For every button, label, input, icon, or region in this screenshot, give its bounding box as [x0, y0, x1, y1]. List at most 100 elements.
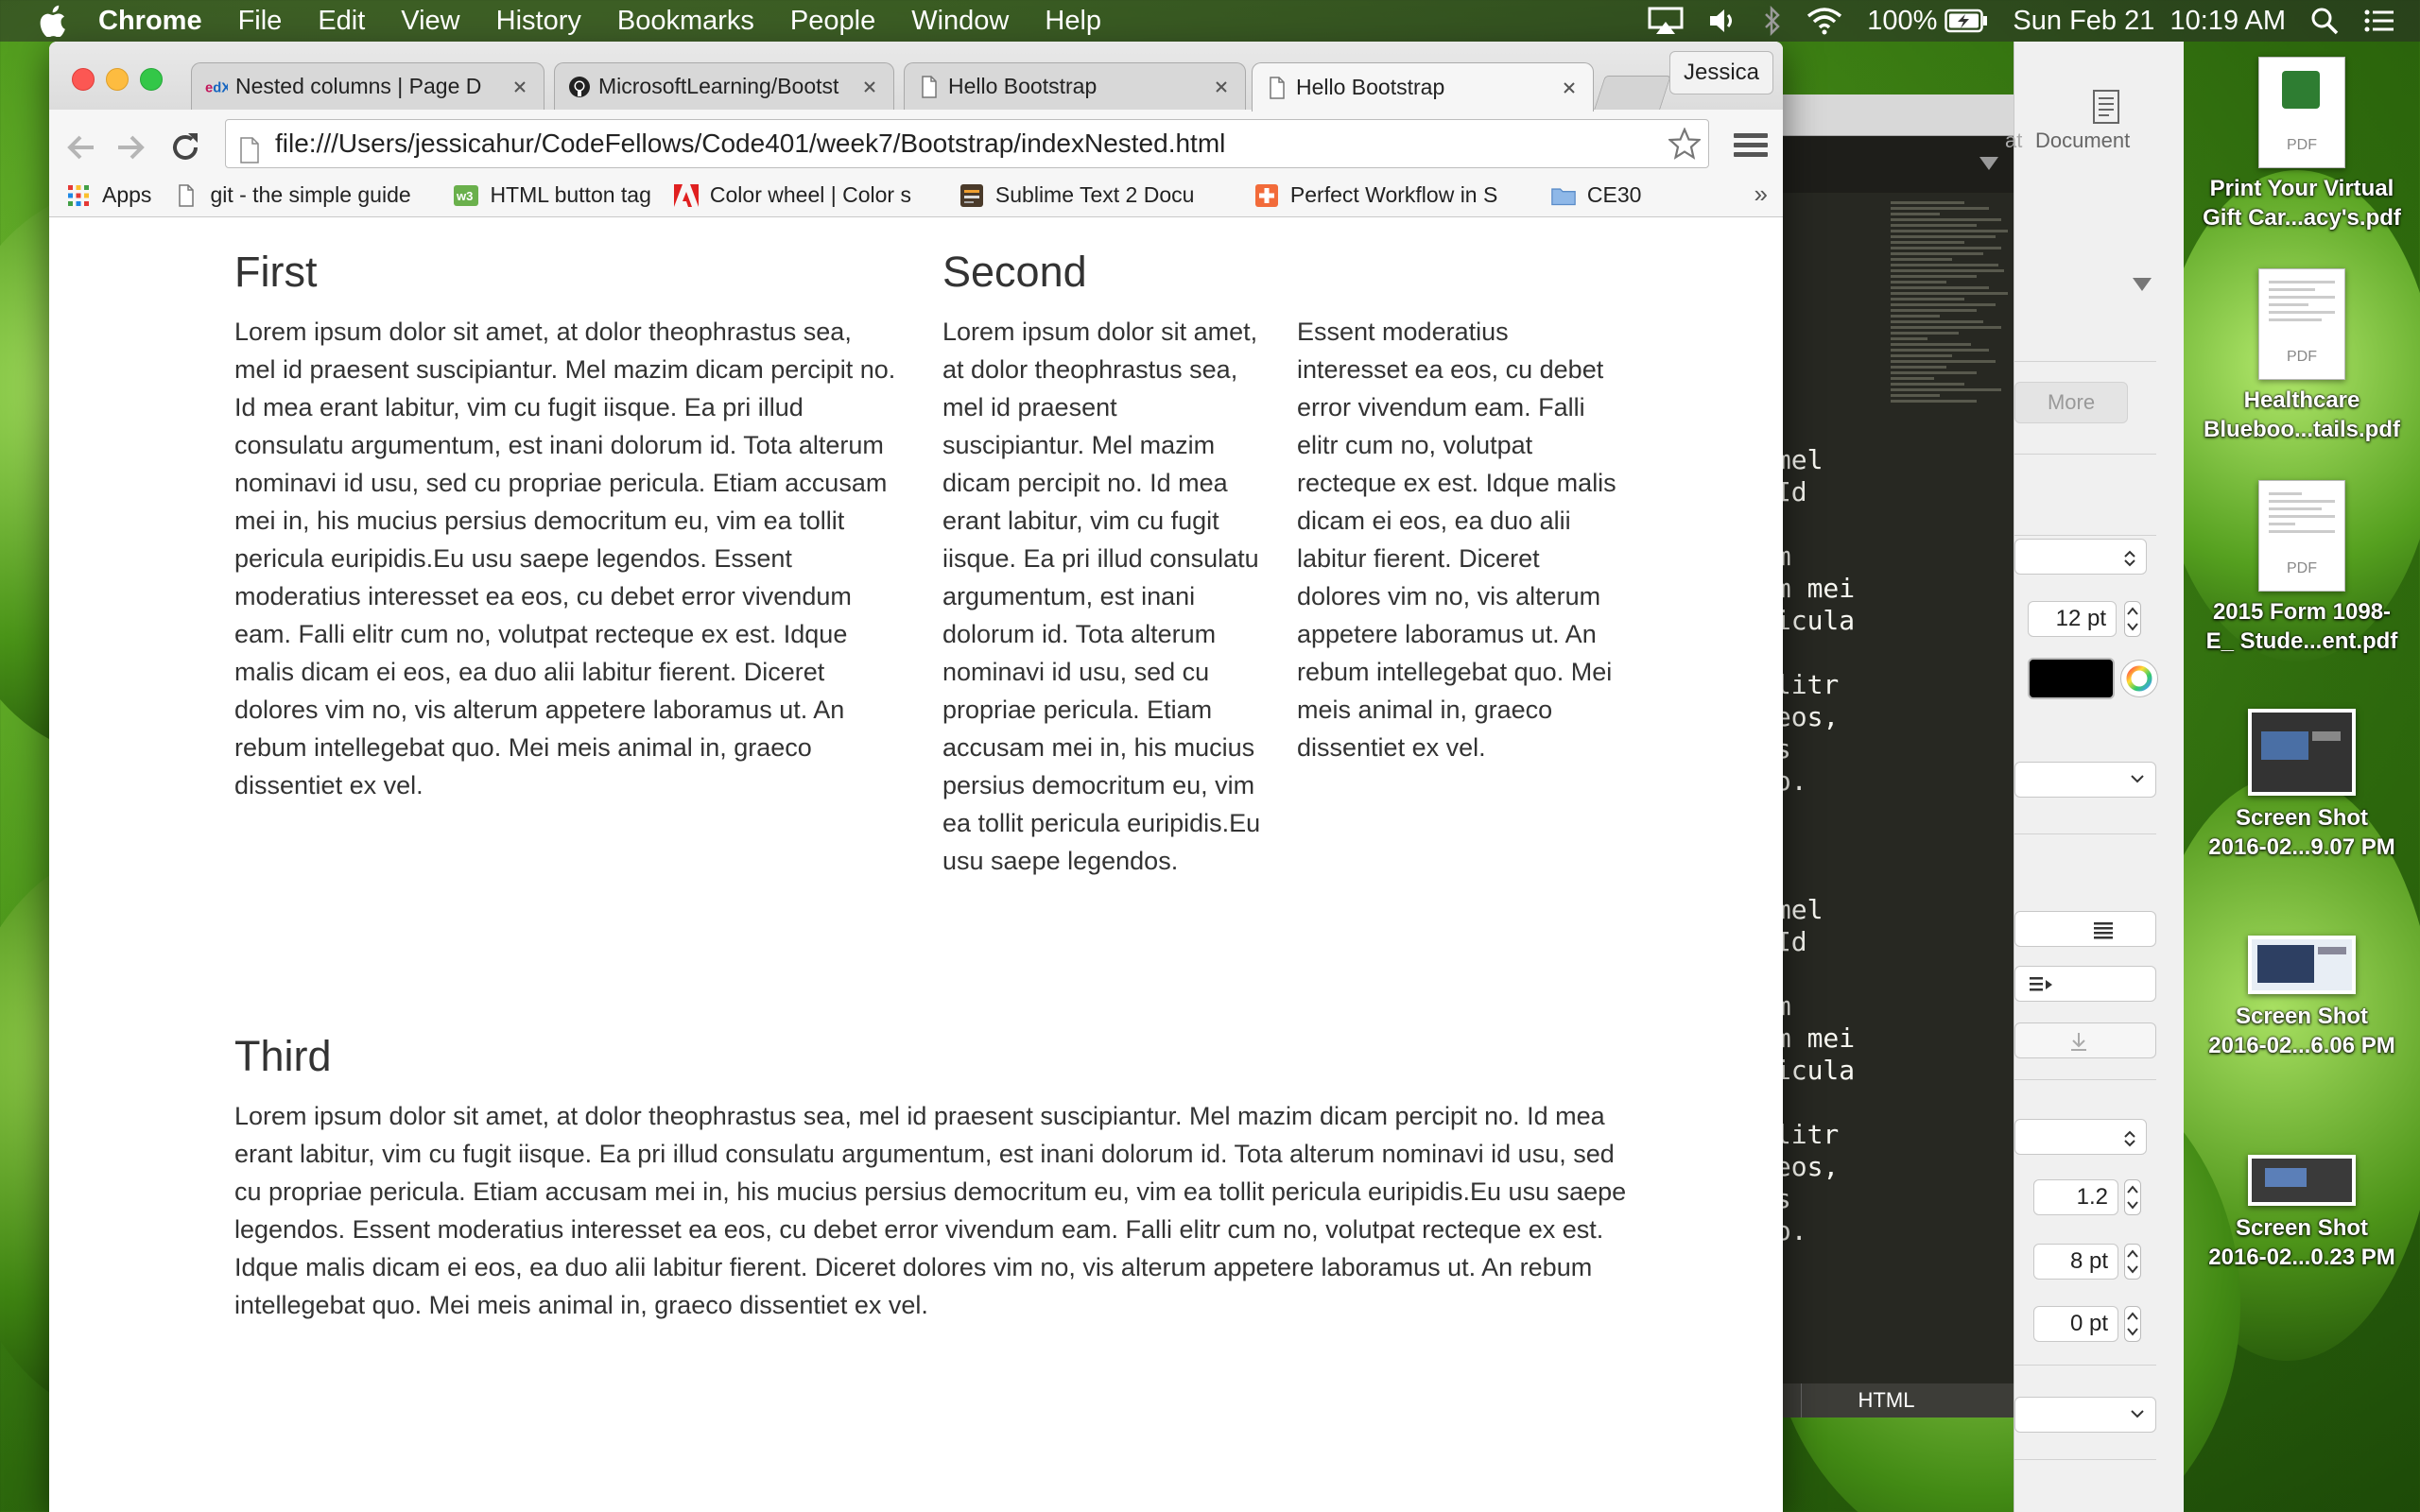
forward-arrow-icon[interactable]: [112, 129, 149, 166]
app-name-menu[interactable]: Chrome: [98, 6, 202, 37]
color-wheel-icon[interactable]: [2120, 660, 2158, 697]
bookmark-color-wheel[interactable]: Color wheel | Color s: [673, 182, 937, 208]
divider: [2014, 454, 2156, 455]
divider: [2014, 1079, 2156, 1080]
desktop-file-screenshot[interactable]: Screen Shot 2016-02...9.07 PM: [2184, 709, 2420, 862]
font-size-stepper[interactable]: [2124, 601, 2141, 637]
editor-minimap[interactable]: [1891, 198, 2014, 539]
airplay-icon[interactable]: [1648, 7, 1684, 35]
style-chevron-icon[interactable]: [2133, 278, 2152, 291]
before-paragraph-field[interactable]: 8 pt: [2033, 1244, 2118, 1280]
close-tab-icon[interactable]: [856, 73, 884, 101]
file-name-line1: Screen Shot: [2235, 1215, 2369, 1241]
before-paragraph-stepper[interactable]: [2124, 1244, 2141, 1280]
divider: [2014, 1459, 2156, 1460]
tab-title: MicrosoftLearning/Bootst: [598, 74, 839, 98]
document-icon[interactable]: [2092, 89, 2130, 127]
column-second: Second Lorem ipsum dolor sit amet, at do…: [942, 249, 1616, 876]
bookmarks-overflow-chevron[interactable]: »: [1754, 180, 1768, 209]
desktop-file-pdf[interactable]: PDF Print Your Virtual Gift Car...acy's.…: [2184, 57, 2420, 232]
bookmark-label: Color wheel | Color s: [709, 182, 911, 207]
bookmark-perfect-workflow[interactable]: Perfect Workflow in S: [1254, 182, 1529, 208]
url-text[interactable]: file:///Users/jessicahur/CodeFellows/Cod…: [275, 129, 1225, 158]
bookmark-apps[interactable]: Apps: [66, 182, 151, 208]
pdf-thumbnail: PDF: [2258, 57, 2345, 168]
desktop-file-screenshot[interactable]: Screen Shot 2016-02...6.06 PM: [2184, 936, 2420, 1060]
bookmark-label: git - the simple guide: [210, 182, 411, 207]
volume-icon[interactable]: [1708, 8, 1738, 34]
bookmark-html-button-tag[interactable]: w3 HTML button tag: [454, 182, 651, 208]
tab-hello-bootstrap[interactable]: Hello Bootstrap: [904, 62, 1246, 110]
file-name-line1: Screen Shot: [2235, 1004, 2369, 1029]
file-name-line1: 2015 Form 1098-: [2212, 599, 2392, 625]
menu-bookmarks[interactable]: Bookmarks: [617, 6, 754, 37]
font-size-field[interactable]: 12 pt: [2028, 601, 2117, 637]
close-tab-icon[interactable]: [1555, 74, 1583, 102]
profile-button[interactable]: Jessica: [1669, 51, 1773, 94]
desktop-file-pdf[interactable]: PDF Healthcare Blueboo...tails.pdf: [2184, 268, 2420, 444]
menu-edit[interactable]: Edit: [318, 6, 365, 37]
pdf-thumbnail: PDF: [2258, 268, 2345, 380]
bookmark-sublime-docs[interactable]: Sublime Text 2 Docu: [959, 182, 1232, 208]
close-tab-icon[interactable]: [1207, 73, 1236, 101]
menu-people[interactable]: People: [790, 6, 875, 37]
close-window-button[interactable]: [72, 68, 95, 91]
close-tab-icon[interactable]: [506, 73, 534, 101]
file-name-line2: 2016-02...0.23 PM: [2208, 1245, 2395, 1270]
tab-dropdown-icon[interactable]: [1979, 157, 1998, 170]
bookmark-git-guide[interactable]: git - the simple guide: [174, 182, 431, 208]
github-icon: [568, 76, 591, 98]
clock[interactable]: Sun Feb 21 10:19 AM: [2013, 6, 2286, 37]
menu-help[interactable]: Help: [1045, 6, 1101, 37]
menu-window[interactable]: Window: [911, 6, 1009, 37]
desktop-file-pdf[interactable]: PDF 2015 Form 1098- E_ Stude...ent.pdf: [2184, 480, 2420, 656]
chrome-menu-icon[interactable]: [1734, 129, 1768, 166]
divider: [2014, 833, 2156, 834]
divider: [2014, 361, 2156, 362]
bluetooth-icon[interactable]: [1763, 6, 1782, 36]
tab-hello-bootstrap-active[interactable]: Hello Bootstrap: [1252, 62, 1594, 112]
indent-segment[interactable]: [2014, 966, 2156, 1002]
tab-github[interactable]: MicrosoftLearning/Bootst: [554, 62, 894, 110]
font-style-select[interactable]: [2014, 762, 2156, 798]
line-spacing-field[interactable]: 1.2: [2033, 1179, 2118, 1215]
wifi-icon[interactable]: [1806, 7, 1842, 35]
bookmark-folder-ce30[interactable]: CE30: [1551, 182, 1641, 208]
svg-text:w3: w3: [456, 189, 473, 203]
back-arrow-icon[interactable]: [62, 129, 100, 166]
battery-percent: 100%: [1867, 5, 1938, 36]
more-button[interactable]: More: [2014, 382, 2128, 423]
tab-nested-columns[interactable]: edX Nested columns | Page D: [191, 62, 544, 110]
font-family-select[interactable]: [2014, 539, 2147, 575]
alignment-segment[interactable]: [2014, 911, 2156, 947]
list-style-select[interactable]: [2014, 1397, 2156, 1433]
document-tab-label[interactable]: Document: [2035, 129, 2130, 153]
bookmark-label: Apps: [102, 182, 152, 207]
spotlight-search-icon[interactable]: [2310, 7, 2339, 35]
bookmark-star-icon[interactable]: [1667, 126, 1703, 162]
edx-icon: edX: [205, 76, 228, 98]
apple-menu-icon[interactable]: [38, 5, 70, 37]
line-spacing-stepper[interactable]: [2124, 1179, 2141, 1215]
reload-icon[interactable]: [166, 129, 204, 166]
notification-center-icon[interactable]: [2363, 8, 2395, 34]
desktop-file-screenshot[interactable]: Screen Shot 2016-02...0.23 PM: [2184, 1155, 2420, 1272]
page-icon: [174, 183, 199, 208]
tab-strip: edX Nested columns | Page D MicrosoftLea…: [49, 42, 1783, 112]
menu-view[interactable]: View: [401, 6, 459, 37]
syntax-selector[interactable]: HTML: [1801, 1383, 1971, 1418]
adobe-icon: [673, 183, 699, 208]
after-paragraph-field[interactable]: 0 pt: [2033, 1306, 2118, 1342]
zoom-window-button[interactable]: [140, 68, 163, 91]
format-tab-label[interactable]: at: [2005, 129, 2022, 153]
menu-history[interactable]: History: [496, 6, 581, 37]
menu-file[interactable]: File: [238, 6, 283, 37]
text-color-swatch[interactable]: [2028, 658, 2115, 699]
new-tab-button[interactable]: [1594, 76, 1671, 110]
after-paragraph-stepper[interactable]: [2124, 1306, 2141, 1342]
spacing-select[interactable]: [2014, 1119, 2147, 1155]
minimize-window-button[interactable]: [106, 68, 129, 91]
battery-icon[interactable]: [1945, 9, 1988, 33]
bottom-align-segment[interactable]: [2014, 1022, 2156, 1058]
address-bar[interactable]: file:///Users/jessicahur/CodeFellows/Cod…: [225, 119, 1709, 168]
